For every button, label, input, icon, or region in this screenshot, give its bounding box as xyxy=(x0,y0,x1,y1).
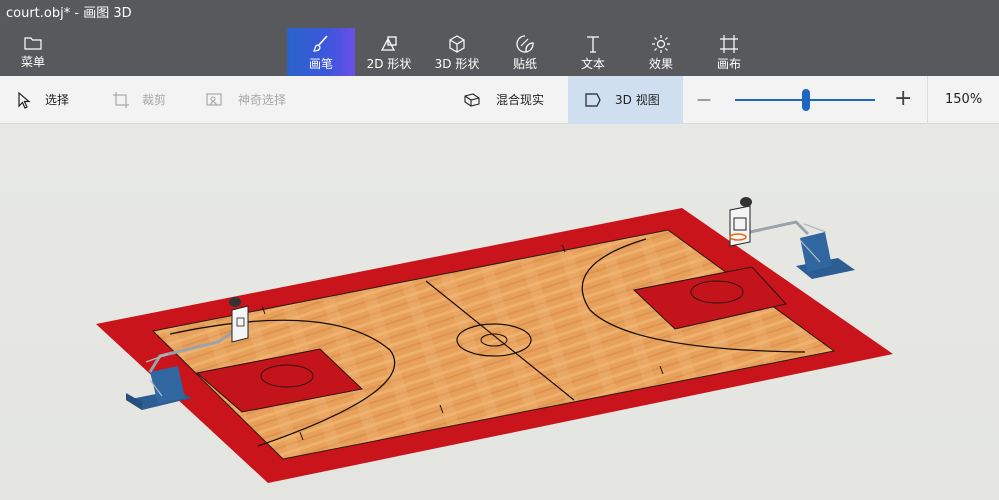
tab-label: 文本 xyxy=(580,57,605,71)
view-3d-button[interactable]: 3D 视图 xyxy=(568,76,683,124)
2d-shapes-icon xyxy=(380,36,397,51)
tab-label: 贴纸 xyxy=(512,57,537,71)
3d-view-icon xyxy=(585,93,601,107)
zoom-out-button[interactable]: — xyxy=(697,76,719,124)
window-title: court.obj* - 画图 3D xyxy=(0,0,999,28)
crop-icon xyxy=(113,92,129,108)
tab-brushes[interactable]: 画笔 xyxy=(287,28,355,76)
mixed-reality-label: 混合现实 xyxy=(496,93,545,107)
effects-icon xyxy=(652,35,670,53)
tab-label: 效果 xyxy=(648,57,673,71)
tab-canvas[interactable]: 画布 xyxy=(695,28,763,76)
court-model[interactable] xyxy=(0,125,999,500)
magic-select-label: 神奇选择 xyxy=(238,93,287,107)
main-ribbon: 菜单 画笔 2D 形状 3D 形状 贴纸 文本 效果 画布 xyxy=(0,28,999,76)
tab-3d-shapes[interactable]: 3D 形状 xyxy=(423,28,491,76)
tab-label: 画布 xyxy=(716,57,741,71)
select-button[interactable]: 选择 xyxy=(14,76,84,124)
select-label: 选择 xyxy=(45,93,70,107)
magic-select-icon xyxy=(206,93,222,106)
crop-label: 裁剪 xyxy=(142,93,167,107)
tab-label: 画笔 xyxy=(308,57,333,71)
tab-label: 3D 形状 xyxy=(434,57,480,71)
mixed-reality-button[interactable]: 混合现实 xyxy=(463,76,563,124)
3d-shapes-icon xyxy=(449,35,465,53)
cursor-icon xyxy=(18,91,31,109)
zoom-percentage[interactable]: 150% xyxy=(945,76,990,124)
magic-select-button[interactable]: 神奇选择 xyxy=(205,76,305,124)
mixed-reality-icon xyxy=(464,93,480,107)
menu-button[interactable]: 菜单 xyxy=(10,28,56,76)
text-icon xyxy=(587,36,599,53)
crop-button[interactable]: 裁剪 xyxy=(112,76,182,124)
toolbar-divider xyxy=(927,76,928,124)
secondary-toolbar: 选择 裁剪 神奇选择 混合现实 3D 视图 — + 150% xyxy=(0,76,999,124)
tab-label: 2D 形状 xyxy=(366,57,412,71)
tab-effects[interactable]: 效果 xyxy=(627,28,695,76)
tab-text[interactable]: 文本 xyxy=(559,28,627,76)
tab-2d-shapes[interactable]: 2D 形状 xyxy=(355,28,423,76)
view-3d-label: 3D 视图 xyxy=(615,93,660,107)
zoom-slider-thumb[interactable] xyxy=(802,89,810,111)
zoom-in-button[interactable]: + xyxy=(894,76,914,124)
tab-stickers[interactable]: 贴纸 xyxy=(491,28,559,76)
canvas-icon xyxy=(720,35,738,53)
folder-icon xyxy=(24,37,42,50)
canvas-area[interactable] xyxy=(0,125,999,500)
menu-label: 菜单 xyxy=(20,55,45,69)
brush-icon xyxy=(313,35,328,52)
stickers-icon xyxy=(516,35,534,53)
